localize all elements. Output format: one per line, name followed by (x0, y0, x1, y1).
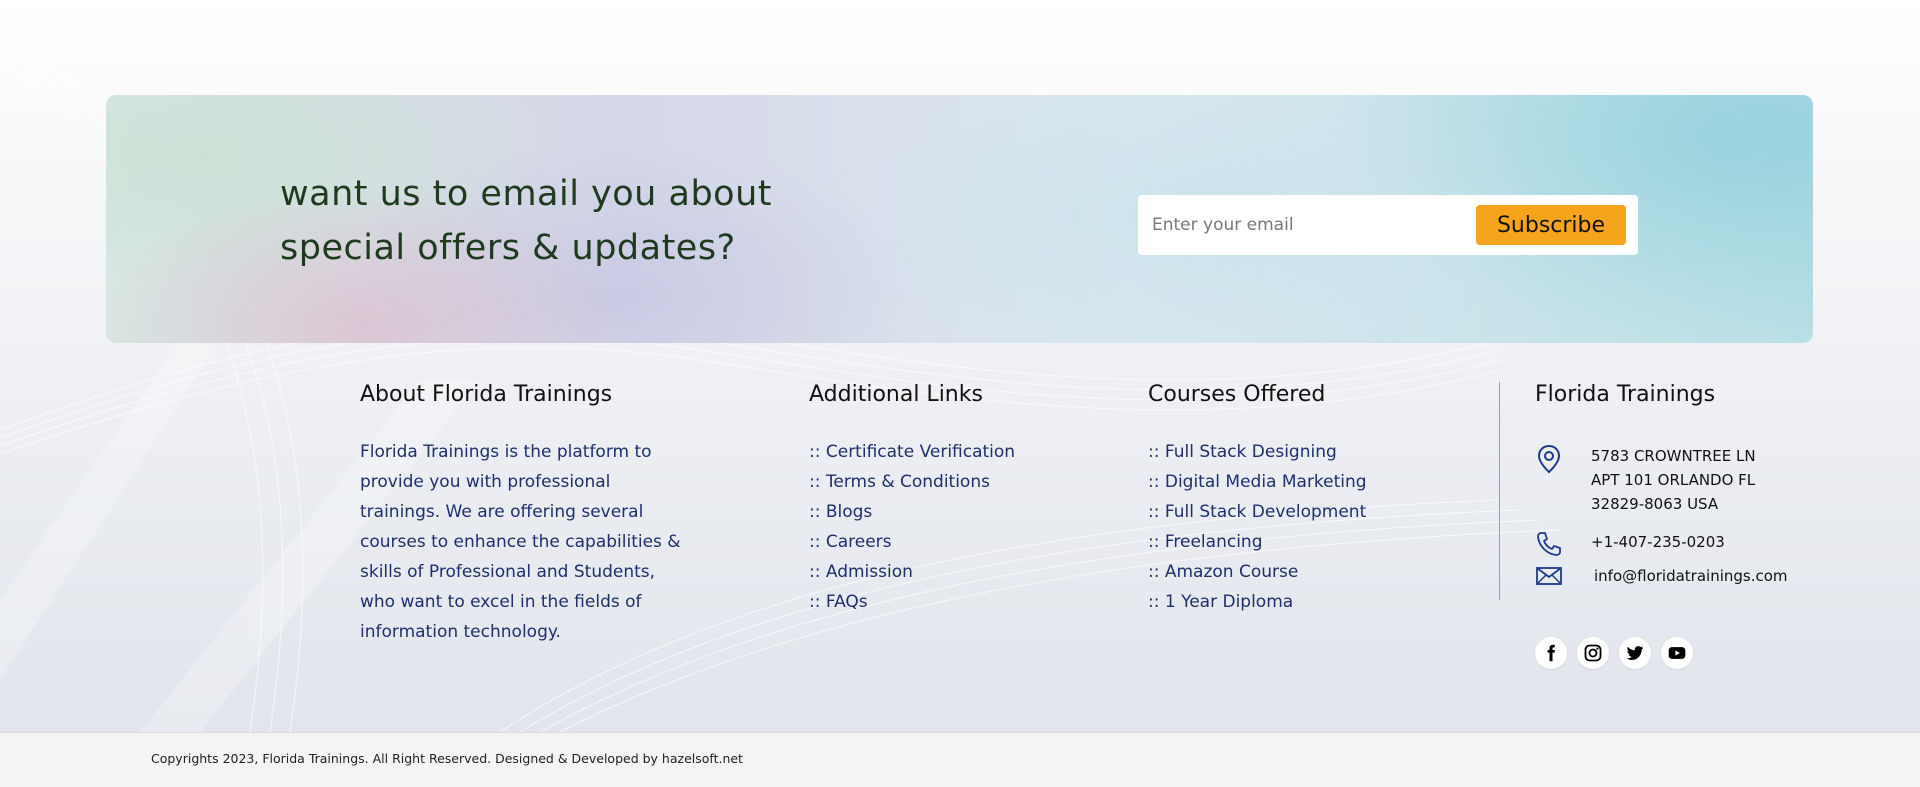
additional-links-column: Additional Links :: Certificate Verifica… (809, 378, 1015, 617)
contact-column: Florida Trainings (1535, 378, 1715, 412)
courses-list: :: Full Stack Designing :: Digital Media… (1148, 437, 1367, 617)
link-blogs[interactable]: :: Blogs (809, 502, 872, 522)
link-careers[interactable]: :: Careers (809, 532, 892, 552)
newsletter-heading-line1: want us to email you about (280, 174, 772, 214)
contact-email: info@floridatrainings.com (1535, 564, 1788, 592)
link-faqs[interactable]: :: FAQs (809, 592, 868, 612)
link-admission[interactable]: :: Admission (809, 562, 913, 582)
address-line2: APT 101 ORLANDO FL (1591, 471, 1756, 489)
address-line3: 32829-8063 USA (1591, 495, 1719, 513)
link-item: :: Admission (809, 557, 1015, 587)
email-text[interactable]: info@floridatrainings.com (1594, 564, 1788, 588)
course-item: :: Full Stack Development (1148, 497, 1367, 527)
link-terms-conditions[interactable]: :: Terms & Conditions (809, 472, 990, 492)
contact-address: 5783 CROWNTREE LN APT 101 ORLANDO FL 328… (1535, 444, 1756, 516)
copyright-text: Copyrights 2023, Florida Trainings. All … (151, 751, 743, 766)
newsletter-banner: want us to email you about special offer… (106, 95, 1813, 343)
additional-links-title: Additional Links (809, 382, 983, 407)
course-1-year-diploma[interactable]: :: 1 Year Diploma (1148, 592, 1293, 612)
link-item: :: Blogs (809, 497, 1015, 527)
about-column: About Florida Trainings Florida Training… (360, 378, 690, 647)
youtube-icon[interactable] (1661, 637, 1693, 669)
envelope-icon (1535, 564, 1563, 592)
contact-title: Florida Trainings (1535, 382, 1716, 407)
course-freelancing[interactable]: :: Freelancing (1148, 532, 1262, 552)
link-item: :: Careers (809, 527, 1015, 557)
newsletter-form: Subscribe (1138, 195, 1638, 255)
map-pin-icon (1535, 444, 1563, 474)
courses-column: Courses Offered :: Full Stack Designing … (1148, 378, 1367, 617)
course-digital-media-marketing[interactable]: :: Digital Media Marketing (1148, 472, 1367, 492)
link-item: :: Terms & Conditions (809, 467, 1015, 497)
column-divider (1499, 382, 1500, 600)
social-links (1535, 637, 1693, 669)
phone-text[interactable]: +1-407-235-0203 (1591, 530, 1725, 554)
about-title: About Florida Trainings (360, 382, 613, 407)
course-item: :: Full Stack Designing (1148, 437, 1367, 467)
link-certificate-verification[interactable]: :: Certificate Verification (809, 442, 1015, 462)
subscribe-button[interactable]: Subscribe (1476, 205, 1626, 245)
course-item: :: Amazon Course (1148, 557, 1367, 587)
instagram-icon[interactable] (1577, 637, 1609, 669)
course-item: :: 1 Year Diploma (1148, 587, 1367, 617)
course-amazon-course[interactable]: :: Amazon Course (1148, 562, 1298, 582)
course-full-stack-designing[interactable]: :: Full Stack Designing (1148, 442, 1337, 462)
link-item: :: FAQs (809, 587, 1015, 617)
address-text: 5783 CROWNTREE LN APT 101 ORLANDO FL 328… (1591, 444, 1756, 516)
address-line1: 5783 CROWNTREE LN (1591, 447, 1756, 465)
course-item: :: Freelancing (1148, 527, 1367, 557)
course-item: :: Digital Media Marketing (1148, 467, 1367, 497)
additional-links-list: :: Certificate Verification :: Terms & C… (809, 437, 1015, 617)
email-input[interactable] (1152, 209, 1462, 241)
facebook-icon[interactable] (1535, 637, 1567, 669)
link-item: :: Certificate Verification (809, 437, 1015, 467)
newsletter-heading-line2: special offers & updates? (280, 228, 736, 268)
courses-title: Courses Offered (1148, 382, 1326, 407)
contact-phone: +1-407-235-0203 (1535, 530, 1725, 558)
bottom-bar: Copyrights 2023, Florida Trainings. All … (0, 732, 1920, 787)
course-full-stack-development[interactable]: :: Full Stack Development (1148, 502, 1366, 522)
newsletter-heading: want us to email you about special offer… (280, 167, 840, 275)
phone-icon (1535, 530, 1563, 558)
about-text: Florida Trainings is the platform to pro… (360, 442, 681, 642)
twitter-icon[interactable] (1619, 637, 1651, 669)
